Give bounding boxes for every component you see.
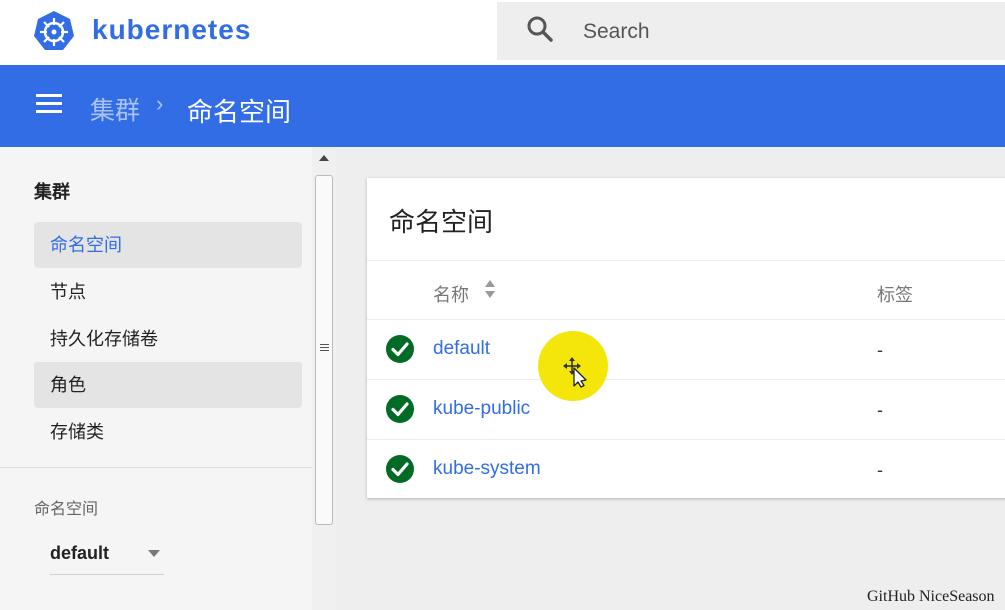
search-input[interactable] xyxy=(583,17,983,47)
top-bar: kubernetes xyxy=(0,0,1005,65)
namespace-selector-label: 命名空间 xyxy=(34,501,99,518)
check-circle-icon xyxy=(386,395,414,423)
page-title: 命名空间 xyxy=(187,97,292,127)
card-title: 命名空间 xyxy=(389,207,494,237)
namespaces-card: 命名空间 名称 标签 default - kube-public - kube-… xyxy=(367,178,1005,498)
check-circle-icon xyxy=(386,455,414,483)
sidebar-divider xyxy=(0,467,312,468)
sidebar: 集群 命名空间 节点 持久化存储卷 角色 存储类 命名空间 default xyxy=(0,147,312,610)
table-header: 名称 标签 xyxy=(367,260,1005,320)
namespace-labels: - xyxy=(877,340,883,360)
sidebar-item-nodes[interactable]: 节点 xyxy=(34,269,302,315)
namespace-labels: - xyxy=(877,460,883,480)
sort-icon[interactable] xyxy=(484,278,496,300)
namespace-selector-value: default xyxy=(50,543,110,563)
namespace-labels: - xyxy=(877,400,883,420)
sidebar-scrollbar[interactable] xyxy=(312,147,336,610)
chevron-down-icon xyxy=(148,550,160,557)
namespace-selector[interactable]: default xyxy=(50,535,164,575)
menu-icon[interactable] xyxy=(36,94,62,114)
namespace-link[interactable]: kube-public xyxy=(433,398,530,420)
table-row: kube-system - xyxy=(367,440,1005,500)
breadcrumb-separator-icon: › xyxy=(156,91,164,116)
scroll-up-arrow-icon[interactable] xyxy=(319,155,329,161)
search-icon xyxy=(527,16,553,42)
column-header-labels: 标签 xyxy=(877,285,913,305)
namespace-link[interactable]: default xyxy=(433,338,490,360)
table-row: kube-public - xyxy=(367,380,1005,440)
move-cursor-icon xyxy=(563,357,587,388)
grip-icon xyxy=(320,344,329,353)
sidebar-item-storage-classes[interactable]: 存储类 xyxy=(34,409,302,455)
watermark-text: GitHub NiceSeason xyxy=(867,588,995,605)
sidebar-section-title[interactable]: 集群 xyxy=(34,178,70,204)
table-row: default - xyxy=(367,320,1005,380)
check-circle-icon xyxy=(386,335,414,363)
sidebar-item-persistent-volumes[interactable]: 持久化存储卷 xyxy=(34,316,302,362)
breadcrumb-parent-link[interactable]: 集群 xyxy=(90,91,140,127)
namespace-link[interactable]: kube-system xyxy=(433,458,541,480)
sidebar-item-namespaces[interactable]: 命名空间 xyxy=(34,222,302,268)
column-header-name[interactable]: 名称 xyxy=(433,281,469,307)
brand-name[interactable]: kubernetes xyxy=(92,14,251,46)
search-box[interactable] xyxy=(497,2,1005,60)
sidebar-item-roles[interactable]: 角色 xyxy=(34,362,302,408)
scrollbar-thumb[interactable] xyxy=(315,175,333,525)
breadcrumb-bar: 集群 › 命名空间 xyxy=(0,65,1005,147)
kubernetes-helm-icon[interactable] xyxy=(32,9,76,53)
